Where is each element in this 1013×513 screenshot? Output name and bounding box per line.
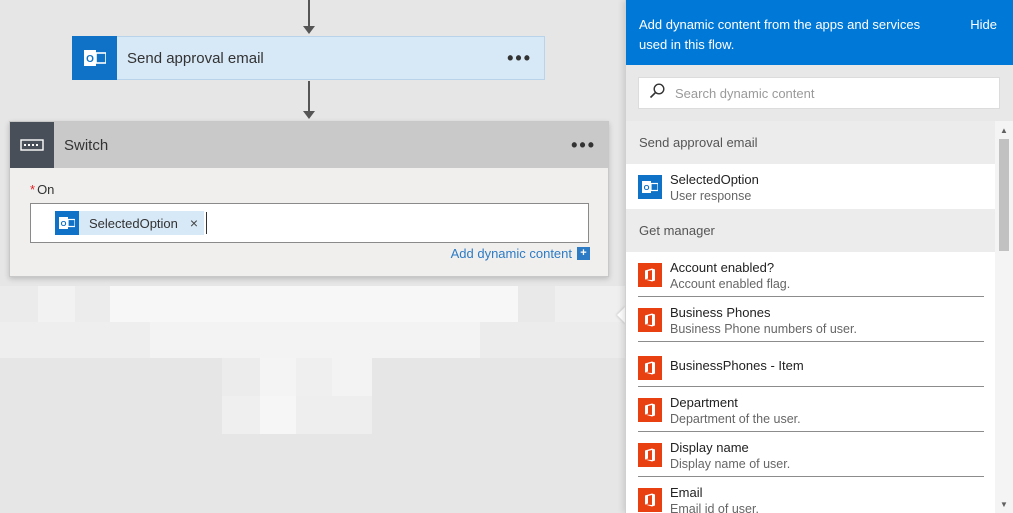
item-description: User response	[670, 189, 752, 203]
remove-token-icon[interactable]: ×	[190, 215, 198, 231]
office-icon	[638, 356, 662, 380]
dynamic-item-department[interactable]: Department Department of the user.	[626, 387, 996, 432]
scroll-thumb[interactable]	[999, 139, 1009, 251]
dynamic-item-businessphones-item[interactable]: BusinessPhones - Item	[626, 342, 996, 387]
panel-header: Add dynamic content from the apps and se…	[626, 0, 1013, 65]
item-name: Department	[670, 395, 738, 410]
office-icon	[638, 488, 662, 512]
switch-body: * On O SelectedOption × Add dynamic conte…	[10, 168, 608, 261]
search-area	[626, 65, 1013, 121]
add-dynamic-content-link[interactable]: Add dynamic content +	[451, 246, 590, 261]
arrow-head-top	[303, 26, 315, 34]
blurred-region-lower	[222, 358, 372, 434]
dynamic-item-display-name[interactable]: Display name Display name of user.	[626, 432, 996, 477]
item-text: Account enabled? Account enabled flag.	[670, 260, 790, 293]
on-input[interactable]: O SelectedOption ×	[30, 203, 589, 243]
item-text: BusinessPhones - Item	[670, 350, 804, 374]
item-description: Email id of user.	[670, 502, 759, 513]
hide-button[interactable]: Hide	[970, 15, 997, 65]
dynamic-item-email[interactable]: Email Email id of user.	[626, 477, 996, 513]
search-icon	[649, 82, 665, 104]
item-text: Email Email id of user.	[670, 485, 759, 513]
required-marker: *	[30, 182, 36, 197]
panel-title: Add dynamic content from the apps and se…	[639, 17, 921, 52]
scroll-up-icon[interactable]: ▲	[995, 121, 1013, 139]
section-header-get-manager: Get manager	[626, 209, 996, 252]
connector-top	[308, 0, 310, 26]
item-name: BusinessPhones - Item	[670, 358, 804, 373]
token-label: SelectedOption	[89, 215, 178, 231]
send-approval-email-card[interactable]: O Send approval email •••	[72, 35, 545, 80]
item-text: Business Phones Business Phone numbers o…	[670, 305, 857, 338]
panel-scrollbar[interactable]: ▲ ▼	[995, 121, 1013, 513]
office-icon	[638, 308, 662, 332]
text-caret	[206, 212, 208, 234]
office-icon	[638, 443, 662, 467]
outlook-icon: O	[55, 211, 79, 235]
item-description: Account enabled flag.	[670, 277, 791, 291]
connector-middle	[308, 81, 310, 112]
svg-text:O: O	[644, 183, 650, 192]
dynamic-item-selectedoption[interactable]: O SelectedOption User response	[626, 164, 996, 209]
switch-title: Switch	[64, 136, 109, 154]
section-header-send-approval-email: Send approval email	[626, 121, 996, 164]
card-title: Send approval email	[127, 49, 264, 67]
more-options-icon[interactable]: •••	[571, 136, 596, 154]
item-name: Business Phones	[670, 305, 771, 320]
dynamic-item-business-phones[interactable]: Business Phones Business Phone numbers o…	[626, 297, 996, 342]
plus-icon: +	[577, 247, 590, 260]
office-icon	[638, 398, 662, 422]
item-description: Business Phone numbers of user.	[670, 322, 857, 336]
blurred-region	[0, 286, 625, 358]
scroll-down-icon[interactable]: ▼	[995, 495, 1013, 513]
switch-icon	[10, 122, 54, 168]
item-name: Display name	[670, 440, 749, 455]
dynamic-content-list: Send approval email O SelectedOption Use…	[626, 121, 996, 513]
search-box[interactable]	[638, 77, 1000, 109]
svg-text:O: O	[61, 219, 67, 228]
on-label-text: On	[37, 182, 55, 197]
item-name: SelectedOption	[670, 172, 759, 187]
svg-text:O: O	[86, 54, 94, 65]
dynamic-item-account-enabled[interactable]: Account enabled? Account enabled flag.	[626, 252, 996, 297]
outlook-icon: O	[638, 175, 662, 199]
selected-option-token[interactable]: O SelectedOption ×	[55, 211, 205, 235]
search-input[interactable]	[675, 85, 975, 101]
arrow-head-middle	[303, 111, 315, 119]
on-field-label: * On	[30, 182, 588, 197]
item-name: Account enabled?	[670, 260, 775, 275]
item-description: Department of the user.	[670, 412, 801, 426]
switch-header[interactable]: Switch •••	[10, 122, 608, 168]
item-description: Display name of user.	[670, 457, 791, 471]
add-dynamic-content-label: Add dynamic content	[450, 246, 572, 261]
item-name: Email	[670, 485, 703, 500]
item-text: Display name Display name of user.	[670, 440, 790, 473]
switch-card: Switch ••• * On O SelectedOption × Add d…	[9, 121, 609, 277]
more-options-icon[interactable]: •••	[507, 49, 532, 67]
item-text: SelectedOption User response	[670, 172, 759, 205]
outlook-icon: O	[72, 35, 117, 80]
item-text: Department Department of the user.	[670, 395, 801, 428]
office-icon	[638, 263, 662, 287]
dynamic-content-panel: Add dynamic content from the apps and se…	[625, 0, 1013, 513]
